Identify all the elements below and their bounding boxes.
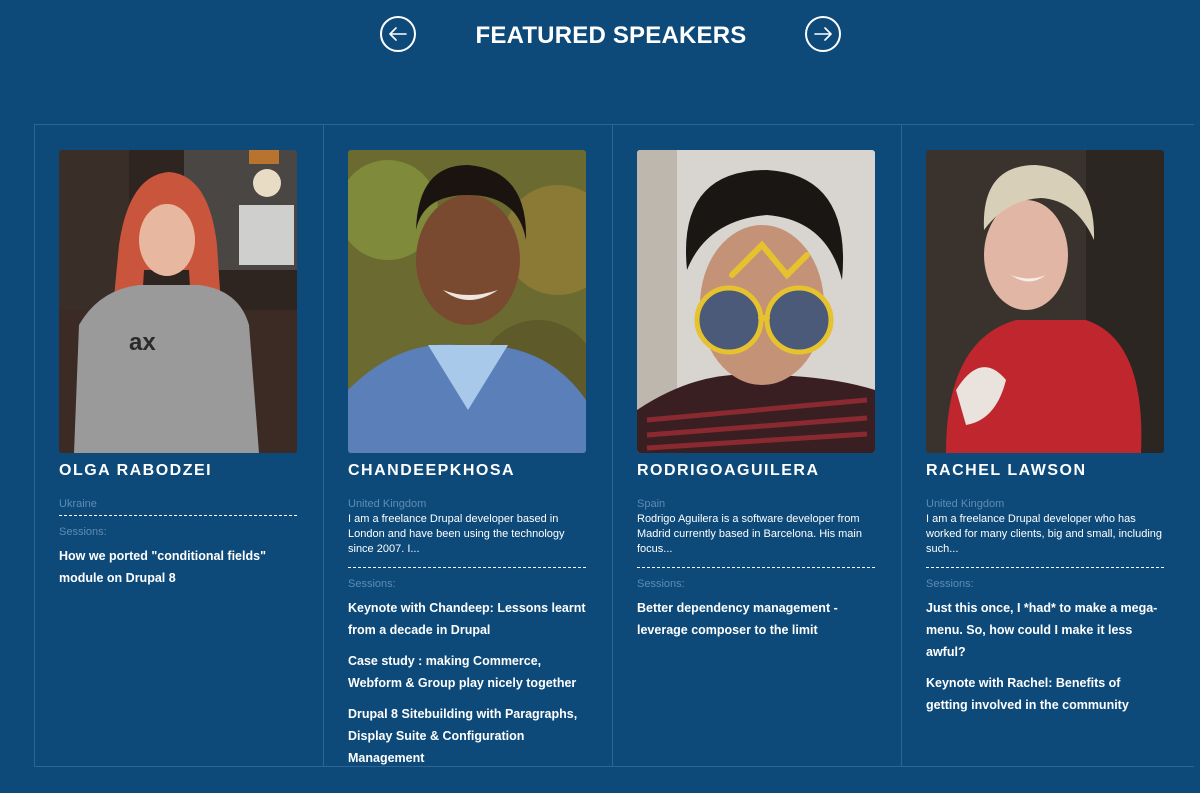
sessions-label: Sessions: (59, 526, 107, 538)
section-title: FEATURED SPEAKERS (475, 22, 747, 49)
session-link[interactable]: Keynote with Rachel: Benefits of getting… (926, 672, 1164, 716)
header: FEATURED SPEAKERS (0, 0, 1200, 80)
speaker-country: United Kingdom (348, 498, 427, 510)
speaker-bio: I am a freelance Drupal developer who ha… (926, 513, 1163, 555)
speaker-bio: I am a freelance Drupal developer based … (348, 513, 565, 555)
session-link[interactable]: Case study : making Commerce, Webform & … (348, 650, 586, 694)
session-link[interactable]: Better dependency management - leverage … (637, 597, 875, 641)
speaker-country: Spain (637, 498, 666, 510)
session-link[interactable]: Just this once, I *had* to make a mega-m… (926, 597, 1164, 663)
sessions-label: Sessions: (637, 578, 685, 590)
speaker-card: CHANDEEPKHOSA United Kingdom I am a free… (323, 125, 612, 766)
sessions-label: Sessions: (348, 578, 396, 590)
previous-button[interactable] (380, 16, 416, 52)
speaker-name[interactable]: OLGA RABODZEI (59, 461, 299, 480)
svg-text:ax: ax (129, 329, 156, 356)
speakers-carousel: ax OLGA RABODZEI Ukraine Sessions: How w… (34, 124, 1194, 767)
next-button[interactable] (805, 16, 841, 52)
session-link[interactable]: Drupal 8 Sitebuilding with Paragraphs, D… (348, 703, 586, 769)
speaker-photo[interactable] (348, 150, 586, 453)
speaker-photo[interactable] (637, 150, 875, 453)
speaker-country: United Kingdom (926, 498, 1005, 510)
speaker-card: RODRIGOAGUILERA Spain Rodrigo Aguilera i… (612, 125, 901, 766)
arrow-right-icon (814, 27, 832, 41)
sessions-label: Sessions: (926, 578, 974, 590)
divider (348, 567, 586, 568)
speaker-name[interactable]: CHANDEEPKHOSA (348, 461, 588, 480)
speaker-photo[interactable] (926, 150, 1164, 453)
divider (59, 515, 297, 516)
speaker-name[interactable]: RODRIGOAGUILERA (637, 461, 877, 480)
speaker-country: Ukraine (59, 498, 97, 510)
session-link[interactable]: Keynote with Chandeep: Lessons learnt fr… (348, 597, 586, 641)
speaker-name[interactable]: RACHEL LAWSON (926, 461, 1166, 480)
speaker-photo[interactable]: ax (59, 150, 297, 453)
divider (637, 567, 875, 568)
speaker-card: ax OLGA RABODZEI Ukraine Sessions: How w… (34, 125, 323, 766)
speaker-bio: Rodrigo Aguilera is a software developer… (637, 513, 862, 555)
arrow-left-icon (389, 27, 407, 41)
divider (926, 567, 1164, 568)
speaker-card: RACHEL LAWSON United Kingdom I am a free… (901, 125, 1190, 766)
session-link[interactable]: How we ported "conditional fields" modul… (59, 545, 297, 589)
